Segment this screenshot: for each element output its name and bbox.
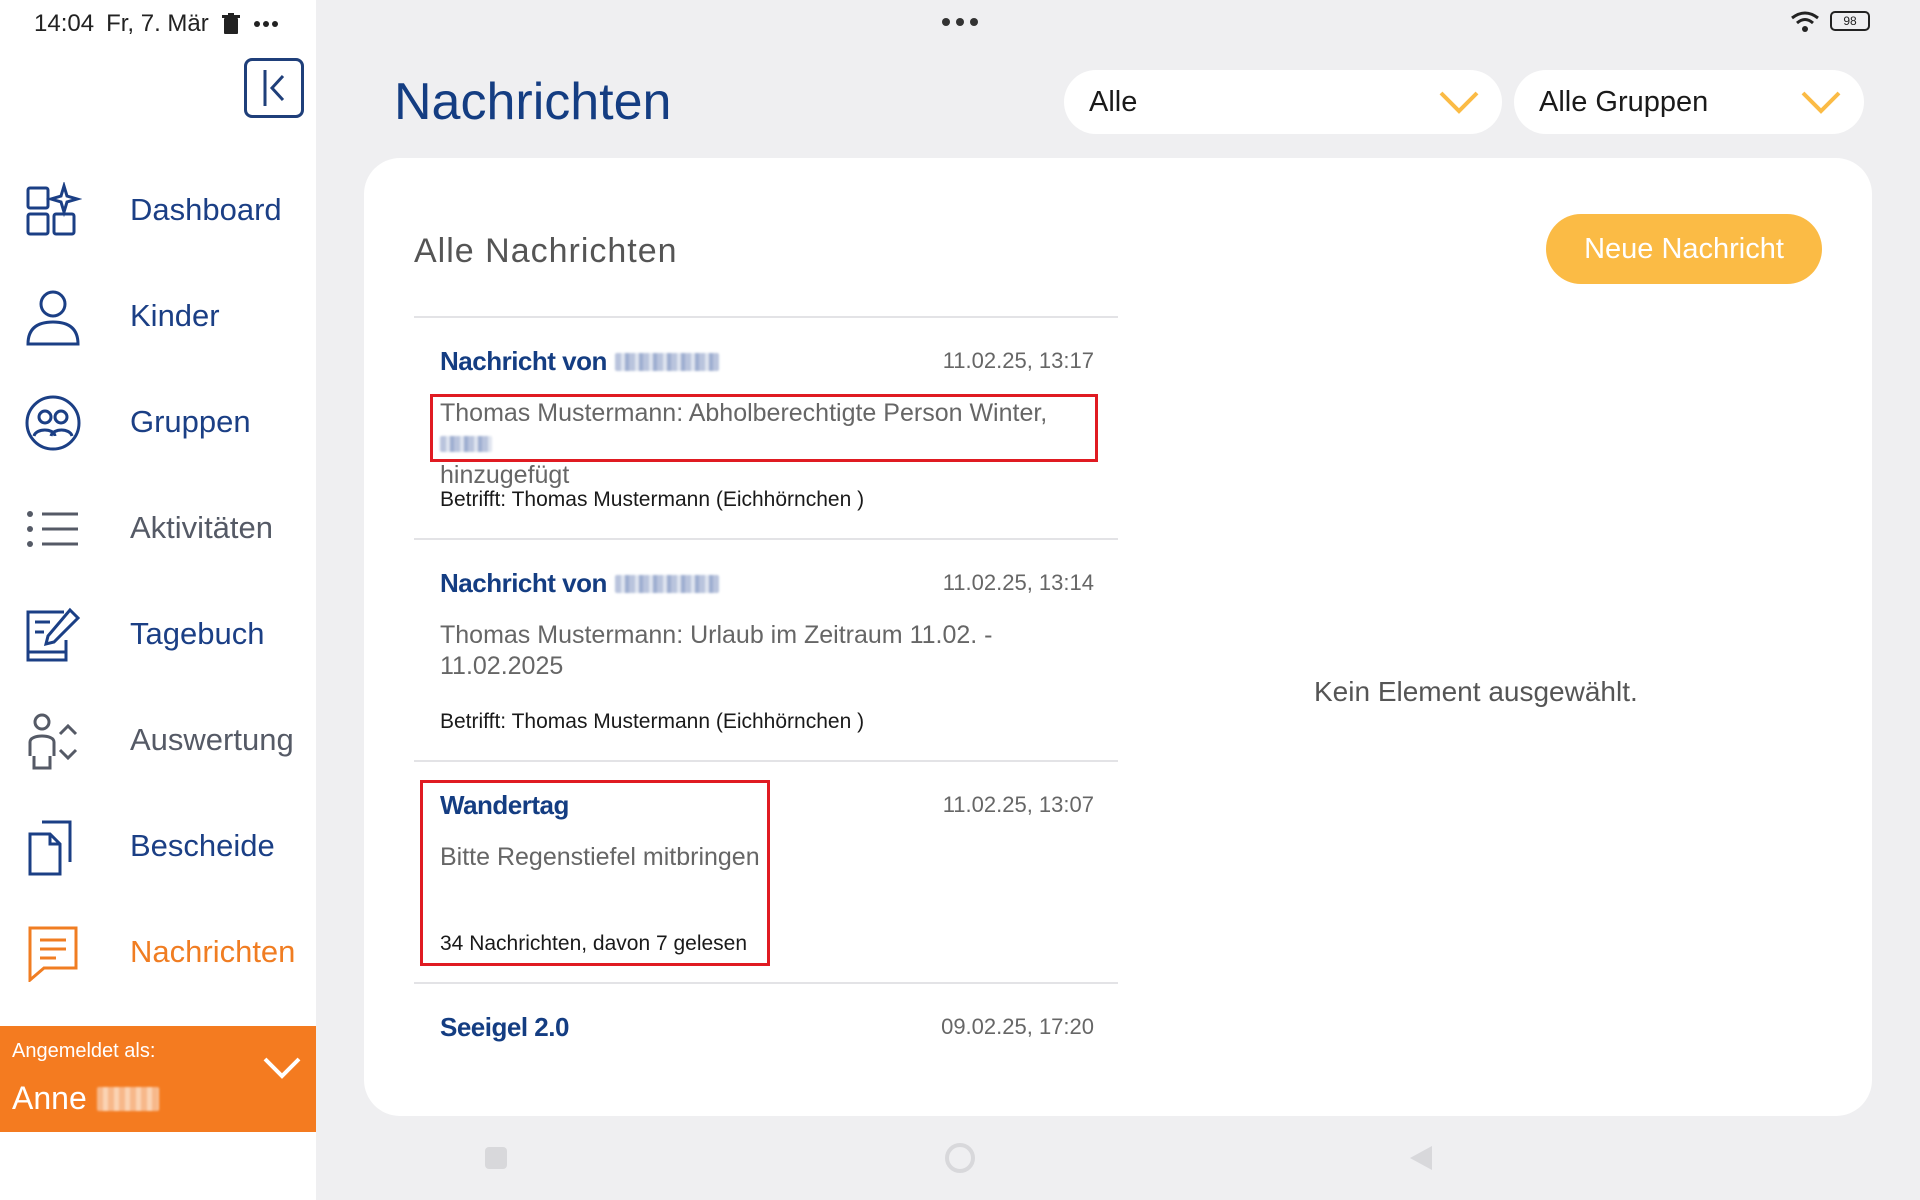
- sidebar-item-label: Bescheide: [130, 828, 275, 863]
- message-title-text: Nachricht von: [440, 568, 607, 598]
- sidebar-item-label: Tagebuch: [130, 616, 265, 651]
- message-title-text: Nachricht von: [440, 346, 607, 376]
- evaluation-icon: [28, 713, 78, 770]
- message-preview-line1: Thomas Mustermann: Urlaub im Zeitraum 11…: [440, 621, 993, 649]
- filter-type-value: Alle: [1089, 85, 1138, 118]
- group-icon: [25, 395, 81, 451]
- chevron-left-icon: [263, 70, 285, 106]
- more-icon: [253, 21, 278, 27]
- list-icon: [27, 511, 78, 547]
- sidebar-item-label: Dashboard: [130, 192, 282, 227]
- chevron-down-icon: [263, 1057, 301, 1079]
- sidebar-item-label: Auswertung: [130, 722, 294, 757]
- message-date: 09.02.25, 17:20: [941, 1014, 1094, 1039]
- redacted-surname: [96, 1086, 159, 1111]
- message-preview: Thomas Mustermann: Urlaub im Zeitraum 11…: [440, 620, 1100, 682]
- message-preview-line2: hinzugefügt: [440, 461, 570, 489]
- message-title: Seeigel 2.0: [440, 1012, 569, 1043]
- messages-card: Alle Nachrichten Neue Nachricht Kein Ele…: [364, 158, 1872, 1116]
- highlight-box: [420, 780, 770, 966]
- filter-group-select[interactable]: Alle Gruppen: [1514, 70, 1864, 134]
- empty-detail-text: Kein Element ausgewählt.: [1314, 676, 1638, 707]
- sidebar-item-label: Gruppen: [130, 404, 251, 439]
- list-item[interactable]: Nachricht von 11.02.25, 13:17 Thomas Mus…: [414, 316, 1118, 538]
- user-first-name: Anne: [12, 1080, 87, 1116]
- back-icon[interactable]: [1408, 1144, 1434, 1172]
- multitask-dots-icon[interactable]: [940, 12, 980, 32]
- logged-in-caption: Angemeldet als:: [12, 1040, 156, 1062]
- message-date: 11.02.25, 13:07: [942, 792, 1094, 817]
- home-icon[interactable]: [944, 1142, 976, 1174]
- message-date: 11.02.25, 13:14: [942, 570, 1094, 595]
- status-date: Fr, 7. Mär: [106, 10, 209, 37]
- message-meta: Betrifft: Thomas Mustermann (Eichhörnche…: [440, 710, 865, 733]
- redacted-sender: [614, 574, 719, 593]
- message-icon: [28, 926, 78, 982]
- recent-apps-icon[interactable]: [484, 1146, 508, 1170]
- user-account-menu[interactable]: Angemeldet als: Anne: [0, 1026, 316, 1132]
- filter-group-value: Alle Gruppen: [1539, 85, 1709, 118]
- sidebar-item-label: Kinder: [130, 298, 220, 333]
- list-item[interactable]: Seeigel 2.0 09.02.25, 17:20: [414, 982, 1118, 1092]
- user-name: Anne: [12, 1080, 159, 1117]
- trash-icon: [221, 13, 240, 34]
- sidebar-item-nachrichten[interactable]: Nachrichten: [0, 912, 316, 992]
- card-title: Alle Nachrichten: [414, 232, 678, 270]
- sidebar-item-aktivitaeten[interactable]: Aktivitäten: [0, 488, 316, 568]
- status-bar-left: 14:04 Fr, 7. Mär: [34, 10, 279, 38]
- new-message-button[interactable]: Neue Nachricht: [1546, 214, 1822, 284]
- chevron-down-icon: [1439, 91, 1479, 114]
- status-time: 14:04: [34, 10, 95, 37]
- collapse-sidebar-button[interactable]: [244, 58, 304, 118]
- message-title-text: Seeigel 2.0: [440, 1012, 569, 1042]
- list-item[interactable]: Wandertag 11.02.25, 13:07 Bitte Regensti…: [414, 760, 1118, 982]
- sidebar-item-label: Aktivitäten: [130, 510, 274, 545]
- page-title: Nachrichten: [394, 73, 672, 131]
- sidebar-item-tagebuch[interactable]: Tagebuch: [0, 594, 316, 674]
- message-date: 11.02.25, 13:17: [942, 348, 1094, 373]
- diary-icon: [26, 607, 81, 662]
- battery-icon: 98: [1830, 11, 1870, 31]
- sidebar: 14:04 Fr, 7. Mär Dashboard Kinder Gruppe…: [0, 0, 316, 1200]
- message-title: Nachricht von: [440, 346, 719, 377]
- message-meta: Betrifft: Thomas Mustermann (Eichhörnche…: [440, 488, 865, 511]
- wifi-icon: [1791, 11, 1819, 32]
- documents-icon: [28, 820, 72, 876]
- highlight-box: [430, 394, 1098, 462]
- sidebar-item-bescheide[interactable]: Bescheide: [0, 806, 316, 886]
- message-title: Nachricht von: [440, 568, 719, 599]
- redacted-sender: [614, 352, 719, 371]
- list-item[interactable]: Nachricht von 11.02.25, 13:14 Thomas Mus…: [414, 538, 1118, 760]
- sidebar-item-label: Nachrichten: [130, 934, 296, 969]
- sidebar-item-kinder[interactable]: Kinder: [0, 276, 316, 356]
- dashboard-icon: [26, 182, 82, 236]
- chevron-down-icon: [1801, 91, 1841, 114]
- message-preview-line2: 11.02.2025: [440, 652, 564, 680]
- filter-type-select[interactable]: Alle: [1064, 70, 1502, 134]
- sidebar-item-gruppen[interactable]: Gruppen: [0, 382, 316, 462]
- person-icon: [26, 290, 80, 346]
- sidebar-item-dashboard[interactable]: Dashboard: [0, 170, 316, 250]
- sidebar-item-auswertung[interactable]: Auswertung: [0, 700, 316, 780]
- status-bar-right: 98: [1790, 10, 1870, 32]
